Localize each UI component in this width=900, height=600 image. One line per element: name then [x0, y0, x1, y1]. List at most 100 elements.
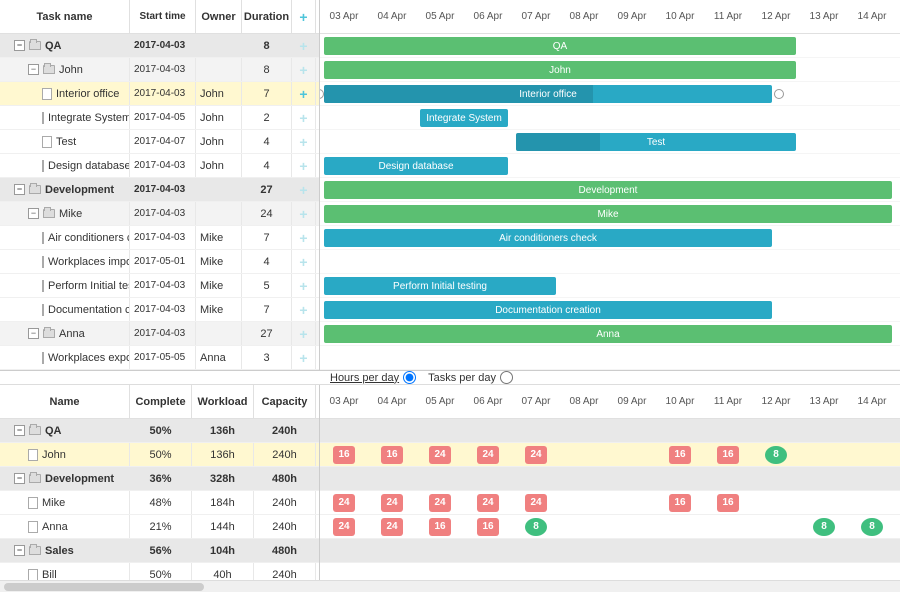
col-duration[interactable]: Duration: [242, 0, 292, 33]
add-subtask-icon[interactable]: +: [299, 278, 307, 294]
radio-tasks[interactable]: [500, 371, 513, 384]
resource-row[interactable]: Mike48%184h240h: [0, 491, 319, 515]
gantt-bar[interactable]: Air conditioners check: [324, 229, 772, 247]
add-subtask-icon[interactable]: +: [299, 62, 307, 78]
add-subtask-icon[interactable]: +: [299, 350, 307, 366]
collapse-toggle[interactable]: −: [14, 40, 25, 51]
resource-workload: 144h: [192, 515, 254, 538]
collapse-toggle[interactable]: −: [14, 545, 25, 556]
task-row[interactable]: Workplaces importation2017-05-01Mike4+: [0, 250, 319, 274]
add-subtask-icon[interactable]: +: [299, 182, 307, 198]
gantt-row[interactable]: Mike: [320, 202, 900, 226]
scrollbar-thumb[interactable]: [4, 583, 204, 591]
horizontal-scrollbar[interactable]: [0, 580, 900, 592]
task-start: 2017-05-05: [130, 346, 196, 369]
gantt-row[interactable]: Test: [320, 130, 900, 154]
collapse-toggle[interactable]: −: [14, 184, 25, 195]
collapse-toggle[interactable]: −: [14, 425, 25, 436]
gantt-bar[interactable]: Design database: [324, 157, 508, 175]
file-icon: [42, 280, 44, 292]
resource-row[interactable]: −Development36%328h480h: [0, 467, 319, 491]
workload-badge: 24: [333, 494, 355, 512]
task-row[interactable]: −Anna2017-04-0327+: [0, 322, 319, 346]
col-name[interactable]: Name: [0, 385, 130, 418]
add-subtask-icon[interactable]: +: [299, 326, 307, 342]
collapse-toggle[interactable]: −: [28, 208, 39, 219]
add-subtask-icon[interactable]: +: [299, 206, 307, 222]
gantt-row[interactable]: [320, 250, 900, 274]
mode-hours[interactable]: Hours per day: [330, 371, 416, 384]
gantt-bar[interactable]: Perform Initial testing: [324, 277, 556, 295]
gantt-bar[interactable]: Test: [516, 133, 796, 151]
resource-row[interactable]: Anna21%144h240h: [0, 515, 319, 539]
task-row[interactable]: Workplaces exportation2017-05-05Anna3+: [0, 346, 319, 370]
task-row[interactable]: Perform Initial testing2017-04-03Mike5+: [0, 274, 319, 298]
task-row[interactable]: Integrate System2017-04-05John2+: [0, 106, 319, 130]
gantt-row[interactable]: Air conditioners check: [320, 226, 900, 250]
resource-row[interactable]: −Sales56%104h480h: [0, 539, 319, 563]
resource-row[interactable]: John50%136h240h: [0, 443, 319, 467]
gantt-row[interactable]: Perform Initial testing: [320, 274, 900, 298]
add-subtask-icon[interactable]: +: [299, 134, 307, 150]
gantt-bar[interactable]: QA: [324, 37, 796, 55]
resource-day-cell: 8: [848, 518, 896, 536]
col-owner[interactable]: Owner: [196, 0, 242, 33]
day-column: 03 Apr: [320, 385, 368, 418]
gantt-row[interactable]: Development: [320, 178, 900, 202]
plus-icon[interactable]: +: [299, 9, 307, 25]
workload-badge: 16: [477, 518, 499, 536]
add-subtask-icon[interactable]: +: [299, 254, 307, 270]
gantt-bar[interactable]: Development: [324, 181, 892, 199]
resize-handle-right[interactable]: [774, 89, 784, 99]
col-workload[interactable]: Workload: [192, 385, 254, 418]
gantt-pane: Task name Start time Owner Duration + −Q…: [0, 0, 900, 370]
gantt-chart[interactable]: 03 Apr04 Apr05 Apr06 Apr07 Apr08 Apr09 A…: [320, 0, 900, 370]
collapse-toggle[interactable]: −: [28, 64, 39, 75]
resource-row[interactable]: −QA50%136h240h: [0, 419, 319, 443]
gantt-bar[interactable]: Documentation creation: [324, 301, 772, 319]
add-subtask-icon[interactable]: +: [299, 38, 307, 54]
gantt-row[interactable]: QA: [320, 34, 900, 58]
resource-day-cell: 16: [704, 494, 752, 512]
task-row[interactable]: Design database2017-04-03John4+: [0, 154, 319, 178]
gantt-row[interactable]: Design database: [320, 154, 900, 178]
gantt-row[interactable]: Interior office: [320, 82, 900, 106]
task-row[interactable]: Air conditioners check2017-04-03Mike7+: [0, 226, 319, 250]
gantt-row[interactable]: Documentation creation: [320, 298, 900, 322]
task-row[interactable]: Test2017-04-07John4+: [0, 130, 319, 154]
col-start-time[interactable]: Start time: [130, 0, 196, 33]
task-owner: [196, 178, 242, 201]
task-row[interactable]: −John2017-04-038+: [0, 58, 319, 82]
resource-day-cell: 24: [320, 494, 368, 512]
gantt-row[interactable]: John: [320, 58, 900, 82]
col-add[interactable]: +: [292, 0, 316, 33]
add-subtask-icon[interactable]: +: [299, 302, 307, 318]
gantt-bar[interactable]: Interior office: [324, 85, 772, 103]
add-subtask-icon[interactable]: +: [299, 110, 307, 126]
gantt-row[interactable]: [320, 346, 900, 370]
task-row[interactable]: Interior office2017-04-03John7+: [0, 82, 319, 106]
collapse-toggle[interactable]: −: [28, 328, 39, 339]
task-row[interactable]: −Mike2017-04-0324+: [0, 202, 319, 226]
add-subtask-icon[interactable]: +: [299, 86, 307, 102]
gantt-bar[interactable]: John: [324, 61, 796, 79]
gantt-bar[interactable]: Mike: [324, 205, 892, 223]
gantt-row[interactable]: Anna: [320, 322, 900, 346]
gantt-bar[interactable]: Integrate System: [420, 109, 508, 127]
folder-icon: [29, 426, 41, 435]
gantt-bars[interactable]: QA John Interior office Integrate System Tes…: [320, 34, 900, 370]
add-subtask-icon[interactable]: +: [299, 158, 307, 174]
collapse-toggle[interactable]: −: [14, 473, 25, 484]
task-row[interactable]: −QA2017-04-038+: [0, 34, 319, 58]
day-column: 10 Apr: [656, 385, 704, 418]
gantt-row[interactable]: Integrate System: [320, 106, 900, 130]
add-subtask-icon[interactable]: +: [299, 230, 307, 246]
col-capacity[interactable]: Capacity: [254, 385, 316, 418]
col-task-name[interactable]: Task name: [0, 0, 130, 33]
radio-hours[interactable]: [403, 371, 416, 384]
task-row[interactable]: Documentation creation2017-04-03Mike7+: [0, 298, 319, 322]
col-complete[interactable]: Complete: [130, 385, 192, 418]
mode-tasks[interactable]: Tasks per day: [428, 371, 513, 384]
gantt-bar[interactable]: Anna: [324, 325, 892, 343]
task-row[interactable]: −Development2017-04-0327+: [0, 178, 319, 202]
